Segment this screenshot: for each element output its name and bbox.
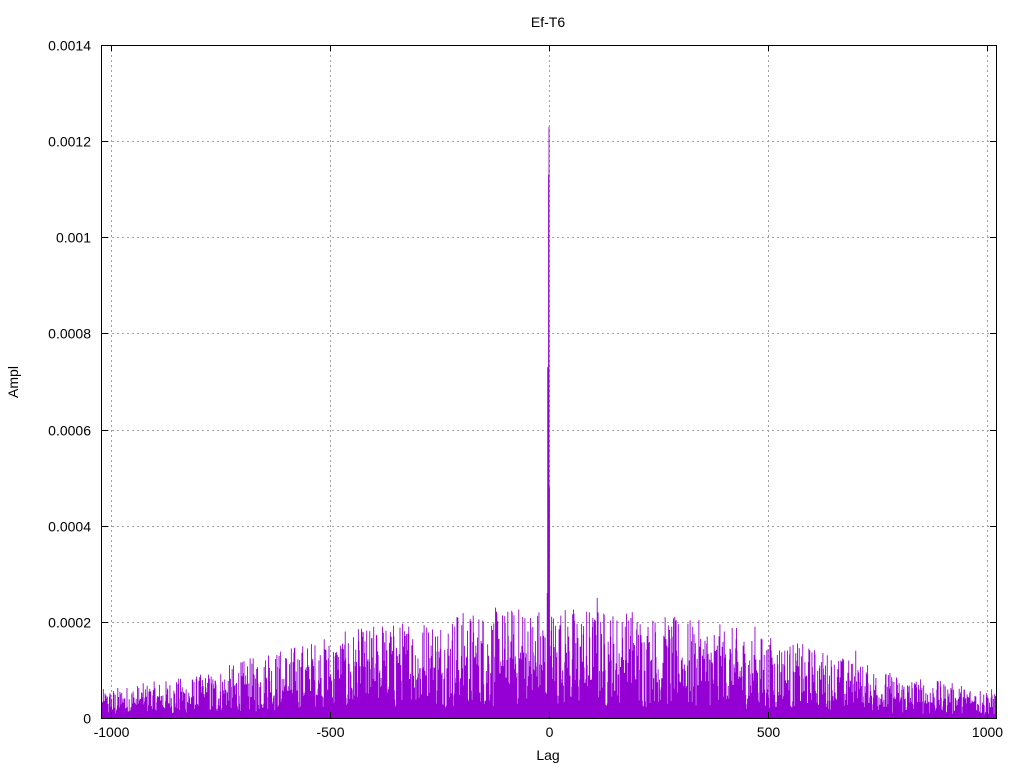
y-tick-label: 0 <box>83 711 91 727</box>
y-tick-label: 0.0004 <box>48 519 91 535</box>
y-tick-label: 0.0012 <box>48 134 91 150</box>
data-series <box>101 126 997 718</box>
y-tick-label: 0.0006 <box>48 423 91 439</box>
x-tick-label: 0 <box>546 724 554 740</box>
y-axis-label: Ampl <box>5 366 21 398</box>
chart-title: Ef-T6 <box>531 14 565 30</box>
x-tick-label: 500 <box>757 724 781 740</box>
y-tick-label: 0.001 <box>56 230 91 246</box>
y-tick-label: 0.0002 <box>48 615 91 631</box>
y-tick-label: 0.0014 <box>48 38 91 54</box>
x-tick-label: -500 <box>316 724 344 740</box>
x-tick-label: -1000 <box>94 724 130 740</box>
x-tick-label: 1000 <box>972 724 1003 740</box>
series-impulses <box>101 126 997 718</box>
y-tick-label: 0.0008 <box>48 326 91 342</box>
x-axis-label: Lag <box>536 747 559 763</box>
axis-ticks: -1000 -500 0 500 1000 0 0.0002 0.0004 0.0006 0.00… <box>48 38 1003 741</box>
chart: Ef-T6 -1000 -500 0 500 1000 0 0.0002 0.0004 0.00… <box>5 14 1003 763</box>
